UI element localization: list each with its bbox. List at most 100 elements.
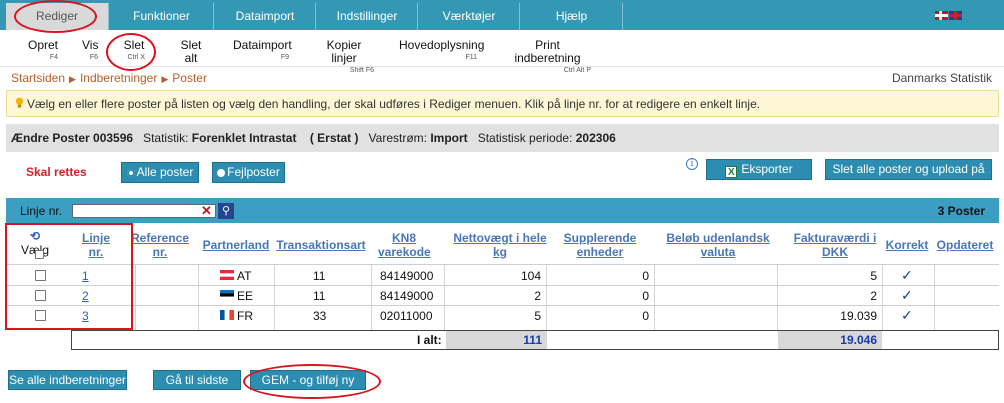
submenu-shortcut: F11: [465, 54, 477, 61]
statistic-value: Forenklet Intrastat: [191, 131, 297, 145]
austria-flag-icon: [220, 270, 234, 280]
cell-invoice: 2: [870, 289, 877, 303]
filter-all-label: Alle poster: [136, 165, 194, 179]
col-header-kn8[interactable]: KN8 varekode: [378, 231, 431, 271]
lightbulb-icon: [15, 97, 24, 108]
report-header-text: Ændre Poster 003596 Statistik: Forenklet…: [11, 131, 616, 145]
submenu-slet-alt[interactable]: Slet alt: [173, 39, 209, 66]
totals-invoice: 19.046: [778, 331, 882, 349]
col-header-foreign-amount[interactable]: Beløb udenlandsk valuta: [666, 231, 770, 271]
top-menu-bar: Rediger Funktioner Dataimport Indstillin…: [0, 0, 1004, 30]
cell-transaction: 11: [313, 289, 326, 303]
statistic-label: Statistik:: [143, 131, 189, 145]
cell-supplementary: 0: [642, 309, 649, 323]
breadcrumb-separator-icon: ▶: [69, 74, 76, 84]
go-to-last-post-button[interactable]: Gå til sidste post: [153, 370, 241, 403]
submenu-label: Dataimport: [233, 38, 292, 52]
table-row: 3 FR 33 02011000 5 0 19.039 ✓: [6, 306, 999, 326]
cell-kn8: 84149000: [380, 289, 434, 303]
cell-transaction: 11: [313, 269, 326, 283]
totals-weight: 111: [446, 331, 547, 349]
radio-unselected-icon: [217, 169, 226, 177]
cell-weight: 5: [534, 309, 541, 323]
cell-supplementary: 0: [642, 289, 649, 303]
annotation-ellipse: [243, 364, 381, 399]
table-row: 1 AT 11 84149000 104 0 5 ✓: [6, 266, 999, 286]
col-header-weight[interactable]: Nettovægt i hele kg: [450, 231, 550, 271]
table-toolbar: Linje nr. ✕ ⚲ 3 Poster: [6, 198, 999, 223]
clear-icon[interactable]: ✕: [201, 203, 213, 218]
submenu-shortcut: F4: [49, 54, 58, 61]
france-flag-icon: [220, 310, 234, 320]
export-label: Eksporter poster: [741, 162, 793, 195]
submenu-dataimport[interactable]: Dataimport F9: [233, 38, 292, 62]
language-flags: [935, 11, 962, 21]
submenu-label: Slet alt: [180, 38, 202, 65]
checkmark-icon: ✓: [901, 267, 913, 283]
filter-error-posts-button[interactable]: Fejlposter: [212, 162, 285, 183]
submenu-label: Vis: [82, 38, 99, 52]
checkmark-icon: ✓: [901, 307, 913, 323]
table-row: 2 EE 11 84149000 2 0 2 ✓: [6, 286, 999, 306]
excel-icon: X: [725, 166, 738, 178]
col-header-supplementary[interactable]: Supplerende enheder: [562, 231, 638, 271]
erstat-label: ( Erstat ): [309, 131, 359, 145]
annotation-ellipse: [14, 0, 97, 33]
menu-hjaelp[interactable]: Hjælp: [521, 3, 623, 30]
line-search-input[interactable]: [72, 204, 216, 218]
submenu-label: Opret: [28, 38, 59, 52]
totals-label: I alt:: [417, 333, 442, 347]
cell-supplementary: 0: [642, 269, 649, 283]
report-header: Ændre Poster 003596 Statistik: Forenklet…: [6, 124, 999, 152]
col-header-invoice[interactable]: Fakturaværdi i DKK: [788, 231, 882, 271]
menu-dataimport[interactable]: Dataimport: [215, 3, 316, 30]
submenu-shortcut: F9: [280, 54, 289, 61]
info-text: Vælg en eller flere poster på listen og …: [27, 97, 761, 111]
annotation-ellipse: [106, 33, 156, 71]
flow-label: Varestrøm:: [368, 131, 427, 145]
report-title: Ændre Poster 003596: [11, 131, 134, 145]
totals-row: I alt: 111 19.046: [71, 330, 999, 350]
submenu-hovedoplysning[interactable]: Hovedoplysning F11: [399, 38, 485, 62]
cell-weight: 2: [534, 289, 541, 303]
export-posts-button[interactable]: X Eksporter poster: [706, 159, 812, 195]
period-label: Statistisk periode:: [477, 131, 573, 145]
cell-partner: FR: [237, 309, 253, 323]
filter-label: Skal rettes: [26, 165, 87, 179]
breadcrumb-poster: Poster: [172, 71, 207, 85]
breadcrumb: Startsiden ▶ Indberetninger ▶ Poster: [11, 71, 207, 85]
line-search-label: Linje nr.: [20, 204, 63, 218]
breadcrumb-startsiden[interactable]: Startsiden: [11, 71, 65, 85]
col-header-reference[interactable]: Reference nr.: [130, 231, 190, 271]
submenu-label: Kopier linjer: [326, 38, 362, 65]
submenu-label: Hovedoplysning: [399, 38, 485, 52]
cell-partner: AT: [237, 269, 252, 283]
search-icon[interactable]: ⚲: [218, 203, 234, 219]
english-flag-icon[interactable]: [949, 11, 962, 20]
menu-vaerktoejer[interactable]: Værktøjer: [419, 3, 520, 30]
cell-kn8: 84149000: [380, 269, 434, 283]
menu-indstillinger[interactable]: Indstillinger: [317, 3, 418, 30]
annotation-box: [5, 223, 133, 330]
flow-value: Import: [430, 131, 468, 145]
header-divider: [6, 264, 999, 265]
breadcrumb-bar: Startsiden ▶ Indberetninger ▶ Poster Danmark…: [0, 66, 1004, 86]
menu-funktioner[interactable]: Funktioner: [110, 3, 214, 30]
info-icon[interactable]: i: [686, 158, 698, 170]
radio-selected-icon: [126, 169, 135, 177]
danish-flag-icon[interactable]: [935, 11, 948, 20]
estonia-flag-icon: [220, 290, 234, 300]
see-all-reports-button[interactable]: Se alle indberetninger: [8, 370, 127, 390]
cell-weight: 104: [520, 269, 541, 283]
breadcrumb-separator-icon: ▶: [161, 74, 169, 84]
organization-name: Danmarks Statistik: [891, 71, 992, 85]
submenu-vis[interactable]: Vis F6: [82, 39, 98, 62]
cell-kn8: 02011000: [380, 309, 433, 323]
cell-transaction: 33: [313, 309, 327, 323]
submenu-opret[interactable]: Opret F4: [28, 39, 58, 62]
cell-partner: EE: [237, 289, 254, 303]
delete-upload-button[interactable]: Slet alle poster og upload på ny: [825, 159, 992, 195]
cell-invoice: 5: [870, 269, 877, 283]
breadcrumb-indberetninger[interactable]: Indberetninger: [80, 71, 157, 85]
filter-all-posts-button[interactable]: Alle poster: [121, 162, 199, 183]
